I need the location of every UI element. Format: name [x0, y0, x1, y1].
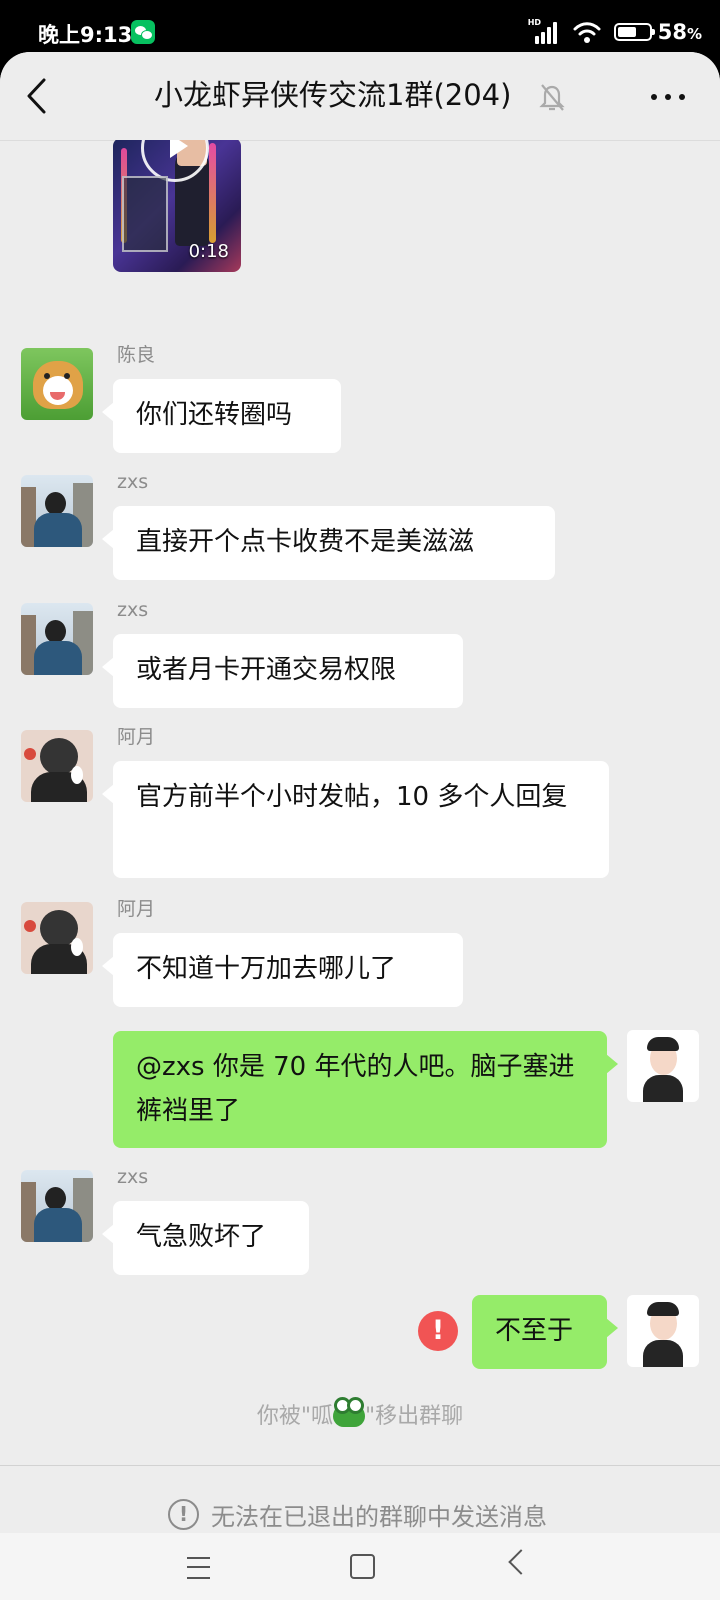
video-message[interactable]: 0:18 — [113, 140, 241, 272]
info-circle-icon: ! — [168, 1499, 199, 1530]
system-notice-prefix: 你被"呱 — [256, 1404, 333, 1429]
wifi-icon — [573, 22, 601, 43]
message-bubble[interactable]: 直接开个点卡收费不是美滋滋 — [102, 506, 555, 580]
chat-title: 小龙虾异侠传交流1群(204) — [154, 78, 512, 112]
message-bubble[interactable]: 不至于 — [472, 1295, 618, 1369]
more-options-button[interactable] — [648, 82, 688, 112]
frog-icon — [333, 1397, 365, 1427]
system-notice-suffix: "移出群聊 — [365, 1404, 464, 1429]
sender-name: 阿月 — [117, 726, 156, 748]
sender-name: zxs — [117, 471, 149, 493]
shiba-dog-avatar[interactable] — [21, 348, 93, 420]
message-bubble[interactable]: 或者月卡开通交易权限 — [102, 634, 463, 708]
message-bubble[interactable]: 你们还转圈吗 — [102, 379, 341, 453]
message-list[interactable]: 0:18 陈良 你们还转圈吗 zxs 直接开个点卡收费不是美滋滋 zxs 或者月… — [0, 140, 720, 1465]
message-row: @zxs 你是 70 年代的人吧。脑子塞进裤裆里了 — [0, 1030, 720, 1150]
network-label: HD — [527, 18, 542, 27]
back-view-photo-avatar[interactable] — [21, 1170, 93, 1242]
back-view-photo-avatar[interactable] — [21, 475, 93, 547]
battery-percent: 58 — [657, 20, 687, 44]
home-square-icon[interactable] — [350, 1554, 375, 1579]
system-navigation-bar — [0, 1533, 720, 1600]
failed-send-icon[interactable]: ! — [418, 1311, 458, 1351]
back-triangle-icon[interactable] — [508, 1549, 534, 1575]
footer-text: 无法在已退出的群聊中发送消息 — [211, 1503, 547, 1531]
message-bubble[interactable]: 气急败坏了 — [102, 1201, 309, 1275]
back-button[interactable] — [20, 76, 54, 116]
message-bubble[interactable]: 官方前半个小时发帖，10 多个人回复 — [102, 761, 609, 878]
battery-unit: % — [686, 25, 702, 43]
back-view-photo-avatar[interactable] — [21, 603, 93, 675]
drawn-person-avatar[interactable] — [21, 902, 93, 974]
wechat-notification-icon — [131, 20, 155, 44]
signal-icon: HD — [527, 18, 560, 44]
chat-screen: 小龙虾异侠传交流1群(204) 0:18 陈良 你们还转圈吗 zxs 直接开个点… — [0, 52, 720, 1600]
message-row: ! 不至于 — [0, 1295, 720, 1375]
sender-name: 阿月 — [117, 898, 156, 920]
message-row: 阿月 不知道十万加去哪儿了 — [0, 898, 720, 1012]
chat-header: 小龙虾异侠传交流1群(204) — [0, 52, 720, 141]
message-bubble[interactable]: 不知道十万加去哪儿了 — [102, 933, 463, 1007]
status-time: 晚上9:13 — [38, 23, 133, 47]
sender-name: zxs — [117, 599, 149, 621]
status-icons: HD 58% — [528, 18, 702, 46]
message-row: 阿月 官方前半个小时发帖，10 多个人回复 — [0, 726, 720, 890]
message-row: zxs 或者月卡开通交易权限 — [0, 599, 720, 713]
battery-icon — [613, 23, 655, 41]
footer-message: ! 无法在已退出的群聊中发送消息 — [168, 1497, 547, 1532]
drawn-person-avatar[interactable] — [21, 730, 93, 802]
cartoon-man-avatar[interactable] — [627, 1295, 699, 1367]
cartoon-man-avatar[interactable] — [627, 1030, 699, 1102]
menu-icon[interactable] — [187, 1557, 210, 1579]
system-notice: 你被"呱 "移出群聊 — [0, 1397, 720, 1432]
video-duration: 0:18 — [188, 241, 229, 262]
sender-name: zxs — [117, 1166, 149, 1188]
message-row: 陈良 你们还转圈吗 — [0, 344, 720, 458]
message-row: zxs 气急败坏了 — [0, 1166, 720, 1280]
sender-name: 陈良 — [117, 344, 156, 366]
battery-level: 58% — [658, 20, 702, 44]
bell-off-icon[interactable] — [538, 82, 566, 112]
message-bubble[interactable]: @zxs 你是 70 年代的人吧。脑子塞进裤裆里了 — [113, 1031, 618, 1148]
message-row: zxs 直接开个点卡收费不是美滋滋 — [0, 471, 720, 585]
video-preview-panel — [122, 176, 168, 252]
